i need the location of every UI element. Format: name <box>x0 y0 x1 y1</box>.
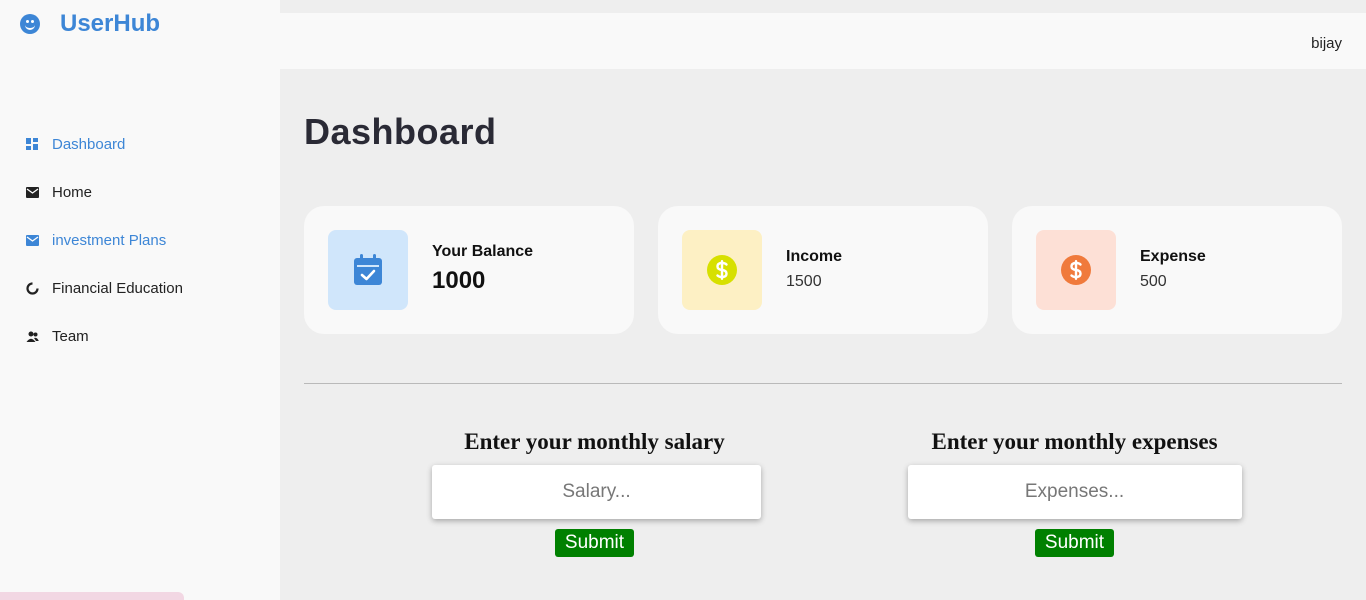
balance-label: Your Balance <box>432 243 534 260</box>
dollar-circle-icon <box>1061 255 1091 285</box>
sidebar-item-label: investment Plans <box>52 231 167 249</box>
income-card: Income 1500 <box>658 206 988 334</box>
income-label: Income <box>786 248 843 265</box>
income-icon-box <box>682 230 762 310</box>
salary-form-title: Enter your monthly salary <box>464 429 725 454</box>
brand[interactable]: UserHub <box>20 10 160 38</box>
expenses-form: Enter your monthly expenses Submit <box>902 429 1247 557</box>
smiley-icon <box>20 14 40 34</box>
sidebar-item-investment-plans[interactable]: investment Plans <box>0 216 280 264</box>
sidebar-item-label: Team <box>52 327 89 345</box>
page-title: Dashboard <box>304 111 497 152</box>
expense-label: Expense <box>1140 248 1206 265</box>
status-tooltip <box>0 592 184 600</box>
expenses-input[interactable] <box>907 465 1242 519</box>
sidebar-item-team[interactable]: Team <box>0 312 280 360</box>
dollar-circle-icon <box>707 255 737 285</box>
salary-input[interactable] <box>432 465 761 519</box>
income-value: 1500 <box>786 273 822 290</box>
sidebar-item-financial-education[interactable]: Financial Education <box>0 264 280 312</box>
expenses-form-title: Enter your monthly expenses <box>931 429 1218 454</box>
users-icon <box>24 328 40 344</box>
expense-icon-box <box>1036 230 1116 310</box>
sidebar-item-label: Home <box>52 183 93 201</box>
envelope-icon <box>24 232 40 248</box>
envelope-icon <box>24 184 40 200</box>
balance-value: 1000 <box>432 267 486 294</box>
main-content: Dashboard Your Balance 1000 Income 1500 <box>280 69 1366 600</box>
brand-name: UserHub <box>60 10 161 37</box>
sidebar-item-label: Dashboard <box>52 135 126 153</box>
sidebar-item-dashboard[interactable]: Dashboard <box>0 120 280 168</box>
grid-icon <box>24 136 40 152</box>
salary-form: Enter your monthly salary Submit <box>432 429 761 557</box>
top-bar: bijay <box>280 13 1366 69</box>
expense-value: 500 <box>1140 273 1167 290</box>
expenses-submit-button[interactable]: Submit <box>1034 529 1115 557</box>
sidebar: UserHub Dashboard Home investment Plans <box>0 0 280 600</box>
balance-card: Your Balance 1000 <box>304 206 634 334</box>
section-divider <box>304 383 1342 384</box>
sidebar-item-home[interactable]: Home <box>0 168 280 216</box>
calendar-check-icon <box>354 254 382 285</box>
sidebar-nav: Dashboard Home investment Plans Financia… <box>0 120 280 360</box>
sidebar-item-label: Financial Education <box>52 279 183 297</box>
salary-submit-button[interactable]: Submit <box>554 529 635 557</box>
circle-notch-icon <box>24 280 40 296</box>
username[interactable]: bijay <box>1311 35 1342 52</box>
expense-card: Expense 500 <box>1012 206 1342 334</box>
balance-icon-box <box>328 230 408 310</box>
